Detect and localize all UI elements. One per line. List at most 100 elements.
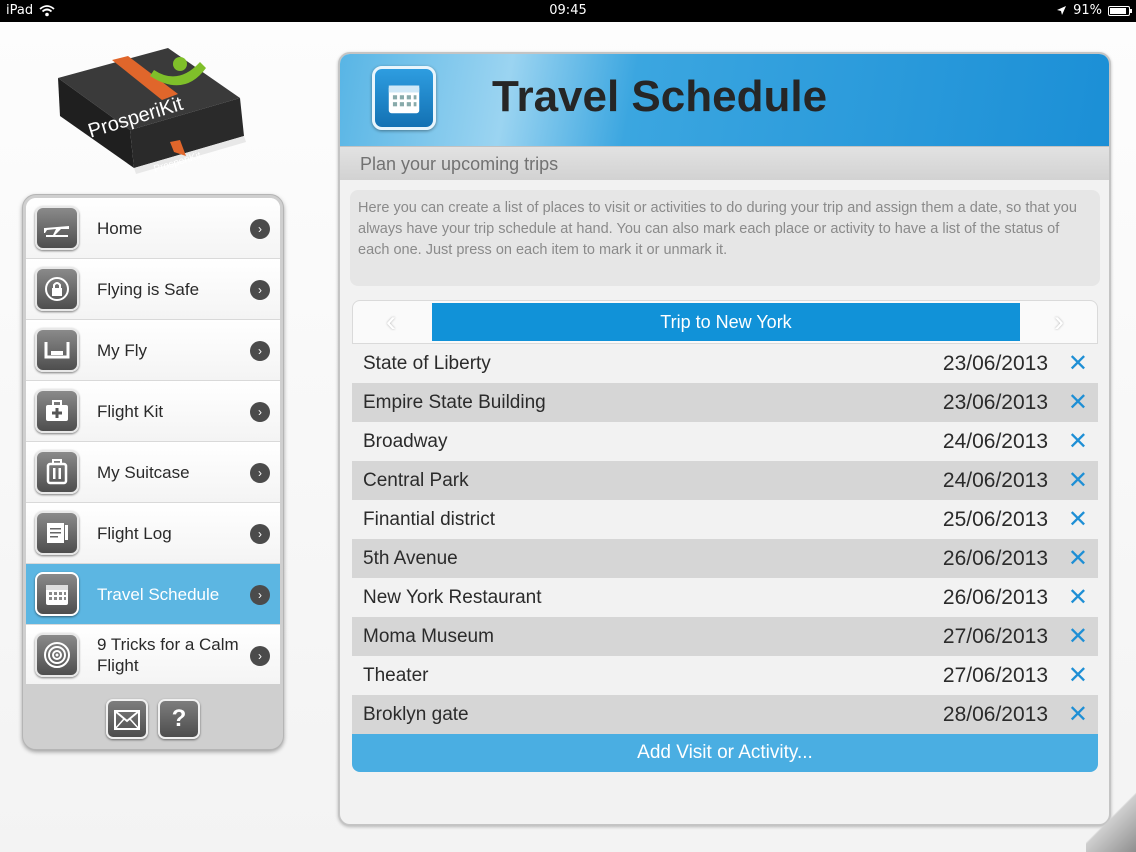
help-icon: ? — [171, 705, 187, 732]
item-date: 23/06/2013 — [942, 391, 1048, 414]
help-button[interactable]: ? — [158, 699, 200, 739]
menu-item-flying-is-safe[interactable]: Flying is Safe › — [26, 259, 280, 320]
mail-button[interactable] — [106, 699, 148, 739]
delete-icon[interactable]: ✕ — [1068, 544, 1088, 573]
chevron-right-icon: › — [250, 463, 270, 483]
item-date: 24/06/2013 — [942, 469, 1048, 492]
travel-schedule-panel: Travel Schedule Plan your upcoming trips… — [338, 52, 1111, 826]
chevron-right-icon: › — [250, 402, 270, 422]
trip-navigator: ‹ Trip to New York › — [352, 300, 1098, 344]
item-name: New York Restaurant — [363, 587, 542, 608]
item-date: 27/06/2013 — [942, 625, 1048, 648]
item-name: Central Park — [363, 470, 469, 491]
intro-text: Here you can create a list of places to … — [350, 190, 1100, 286]
next-trip-button[interactable]: › — [1021, 301, 1097, 343]
item-name: 5th Avenue — [363, 548, 458, 569]
notebook-icon — [35, 511, 79, 555]
chevron-right-icon: › — [250, 524, 270, 544]
item-date: 27/06/2013 — [942, 664, 1048, 687]
item-name: State of Liberty — [363, 353, 491, 374]
menu-list: Home › Flying is Safe › My Fly › Flight … — [26, 198, 280, 684]
mail-icon — [114, 710, 140, 730]
trip-title[interactable]: Trip to New York — [432, 303, 1020, 341]
menu-item-label: Flying is Safe — [97, 279, 200, 299]
calendar-icon — [35, 572, 79, 616]
status-bar: iPad 09:45 91% — [0, 0, 1136, 22]
calendar-icon — [372, 66, 436, 130]
chevron-right-icon: › — [250, 585, 270, 605]
suitcase-icon — [35, 450, 79, 494]
delete-icon[interactable]: ✕ — [1068, 661, 1088, 690]
chevron-right-icon: › — [250, 646, 270, 666]
item-date: 24/06/2013 — [942, 430, 1048, 453]
lock-icon — [35, 267, 79, 311]
list-item[interactable]: Broadway 24/06/2013 ✕ — [352, 422, 1098, 461]
menu-item-travel-schedule[interactable]: Travel Schedule › — [26, 564, 280, 625]
item-date: 28/06/2013 — [942, 703, 1048, 726]
delete-icon[interactable]: ✕ — [1068, 466, 1088, 495]
panel-header: Travel Schedule — [340, 54, 1109, 146]
menu-footer: ? — [23, 699, 283, 739]
prosperikit-logo: ProsperiKit ProsperiKit — [50, 48, 250, 178]
item-name: Broklyn gate — [363, 704, 469, 725]
airplane-icon — [35, 206, 79, 250]
delete-icon[interactable]: ✕ — [1068, 622, 1088, 651]
item-name: Finantial district — [363, 509, 495, 530]
list-item[interactable]: Finantial district 25/06/2013 ✕ — [352, 500, 1098, 539]
menu-item-label: My Suitcase — [97, 462, 190, 482]
item-date: 26/06/2013 — [942, 547, 1048, 570]
menu-item-label: 9 Tricks for a Calm Flight — [97, 635, 239, 675]
item-date: 23/06/2013 — [942, 352, 1048, 375]
battery-icon — [1108, 5, 1132, 16]
menu-item-label: Travel Schedule — [97, 584, 220, 604]
first-aid-kit-icon — [35, 389, 79, 433]
delete-icon[interactable]: ✕ — [1068, 349, 1088, 378]
chevron-right-icon: › — [250, 219, 270, 239]
target-icon — [35, 633, 79, 677]
item-name: Theater — [363, 665, 429, 686]
list-item[interactable]: Central Park 24/06/2013 ✕ — [352, 461, 1098, 500]
item-date: 26/06/2013 — [942, 586, 1048, 609]
delete-icon[interactable]: ✕ — [1068, 505, 1088, 534]
menu-item-9-tricks[interactable]: 9 Tricks for a Calm Flight › — [26, 625, 280, 684]
page-subtitle: Plan your upcoming trips — [360, 154, 559, 174]
activity-list: State of Liberty 23/06/2013 ✕ Empire Sta… — [352, 344, 1098, 734]
side-menu: Home › Flying is Safe › My Fly › Flight … — [22, 194, 284, 750]
menu-item-label: Home — [97, 218, 143, 238]
menu-item-label: My Fly — [97, 340, 148, 360]
item-name: Empire State Building — [363, 392, 546, 413]
seat-icon — [35, 328, 79, 372]
app-window: ProsperiKit ProsperiKit Home › Flying is… — [0, 22, 1136, 852]
list-item[interactable]: State of Liberty 23/06/2013 ✕ — [352, 344, 1098, 383]
item-name: Moma Museum — [363, 626, 494, 647]
menu-item-home[interactable]: Home › — [26, 198, 280, 259]
menu-item-flight-log[interactable]: Flight Log › — [26, 503, 280, 564]
delete-icon[interactable]: ✕ — [1068, 583, 1088, 612]
chevron-right-icon: › — [250, 280, 270, 300]
menu-item-my-suitcase[interactable]: My Suitcase › — [26, 442, 280, 503]
item-date: 25/06/2013 — [942, 508, 1048, 531]
menu-item-flight-kit[interactable]: Flight Kit › — [26, 381, 280, 442]
list-item[interactable]: Broklyn gate 28/06/2013 ✕ — [352, 695, 1098, 734]
list-item[interactable]: Empire State Building 23/06/2013 ✕ — [352, 383, 1098, 422]
chevron-right-icon: › — [250, 341, 270, 361]
list-item[interactable]: Moma Museum 27/06/2013 ✕ — [352, 617, 1098, 656]
menu-item-label: Flight Log — [97, 523, 172, 543]
previous-trip-button[interactable]: ‹ — [353, 301, 429, 343]
delete-icon[interactable]: ✕ — [1068, 427, 1088, 456]
page-title: Travel Schedule — [492, 72, 828, 121]
add-visit-button[interactable]: Add Visit or Activity... — [352, 734, 1098, 772]
item-name: Broadway — [363, 431, 448, 452]
menu-item-label: Flight Kit — [97, 401, 164, 421]
menu-item-my-fly[interactable]: My Fly › — [26, 320, 280, 381]
list-item[interactable]: New York Restaurant 26/06/2013 ✕ — [352, 578, 1098, 617]
page-curl[interactable] — [1086, 782, 1136, 852]
list-item[interactable]: 5th Avenue 26/06/2013 ✕ — [352, 539, 1098, 578]
battery-percent: 91% — [1073, 3, 1102, 18]
subtitle-bar: Plan your upcoming trips — [340, 146, 1109, 180]
delete-icon[interactable]: ✕ — [1068, 700, 1088, 729]
clock: 09:45 — [549, 3, 587, 18]
location-arrow-icon — [1057, 6, 1067, 15]
delete-icon[interactable]: ✕ — [1068, 388, 1088, 417]
list-item[interactable]: Theater 27/06/2013 ✕ — [352, 656, 1098, 695]
